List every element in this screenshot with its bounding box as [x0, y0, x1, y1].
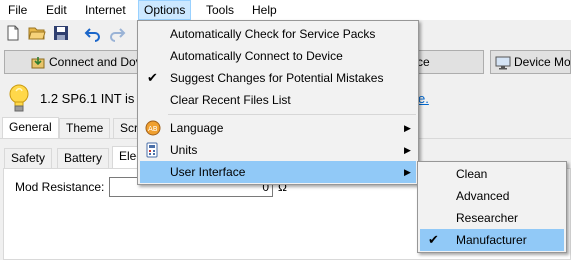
menu-internet[interactable]: Internet: [80, 0, 131, 20]
version-info-link[interactable]: e.: [418, 90, 429, 108]
submenu-item-researcher[interactable]: Researcher: [420, 207, 564, 229]
checkmark-icon: ✔: [428, 232, 439, 247]
tab-general[interactable]: General: [2, 117, 59, 138]
menu-edit[interactable]: Edit: [41, 0, 72, 20]
mod-resistance-label: Mod Resistance:: [15, 180, 105, 194]
menu-item-label: Units: [170, 143, 198, 157]
device-monitor-button[interactable]: Device Mon: [490, 50, 571, 74]
submenu-arrow-icon: ▶: [404, 145, 411, 155]
language-icon: AB: [145, 120, 161, 136]
menu-item-label: Automatically Check for Service Packs: [170, 27, 376, 41]
menu-item-label: Language: [170, 121, 224, 135]
units-icon: [146, 142, 158, 158]
tab-theme[interactable]: Theme: [59, 118, 111, 139]
submenu-item-manufacturer[interactable]: ✔ Manufacturer: [420, 229, 564, 251]
menu-item-label: User Interface: [170, 165, 246, 179]
menu-item-label: Automatically Connect to Device: [170, 49, 343, 63]
menu-item-suggest-changes[interactable]: ✔ Suggest Changes for Potential Mistakes: [140, 67, 416, 89]
checkmark-icon: ✔: [147, 70, 158, 85]
menu-tools[interactable]: Tools: [201, 0, 239, 20]
menu-help[interactable]: Help: [247, 0, 282, 20]
menu-file[interactable]: File: [3, 0, 32, 20]
save-icon[interactable]: [52, 24, 70, 42]
tab-battery[interactable]: Battery: [57, 148, 110, 169]
menu-item-clear-recent-files[interactable]: Clear Recent Files List: [140, 89, 416, 111]
svg-text:AB: AB: [148, 125, 158, 133]
new-file-icon[interactable]: [4, 24, 22, 42]
user-interface-submenu: Clean Advanced Researcher ✔ Manufacturer: [417, 161, 567, 253]
menu-item-auto-check-service-packs[interactable]: Automatically Check for Service Packs: [140, 23, 416, 45]
menu-item-auto-connect[interactable]: Automatically Connect to Device: [140, 45, 416, 67]
submenu-arrow-icon: ▶: [404, 167, 411, 177]
menu-options[interactable]: Options: [138, 0, 192, 20]
connect-icon: [31, 55, 45, 69]
menubar: File Edit Internet Options Tools Help: [0, 0, 571, 20]
device-monitor-label: Device Mon: [514, 55, 571, 69]
menu-item-label: Clear Recent Files List: [170, 93, 291, 107]
connect-and-download-button[interactable]: Connect and Dov: [4, 50, 154, 74]
submenu-item-label: Researcher: [456, 211, 519, 225]
version-info-text: 1.2 SP6.1 INT is: [40, 91, 135, 106]
lightbulb-icon: [8, 83, 30, 113]
submenu-item-label: Manufacturer: [456, 233, 527, 247]
submenu-item-advanced[interactable]: Advanced: [420, 185, 564, 207]
options-menu: Automatically Check for Service Packs Au…: [137, 20, 419, 185]
tab-safety[interactable]: Safety: [4, 148, 53, 169]
redo-icon[interactable]: [108, 24, 126, 42]
submenu-item-label: Clean: [456, 167, 488, 181]
monitor-icon: [495, 55, 511, 70]
connect-button-label: Connect and Dov: [49, 55, 142, 69]
menu-separator: [168, 114, 416, 115]
menu-item-label: Suggest Changes for Potential Mistakes: [170, 71, 384, 85]
submenu-arrow-icon: ▶: [404, 123, 411, 133]
submenu-item-clean[interactable]: Clean: [420, 163, 564, 185]
menu-item-user-interface[interactable]: User Interface ▶: [140, 161, 416, 183]
submenu-item-label: Advanced: [456, 189, 510, 203]
menu-item-language[interactable]: AB Language ▶: [140, 117, 416, 139]
open-folder-icon[interactable]: [28, 24, 46, 42]
menu-item-units[interactable]: Units ▶: [140, 139, 416, 161]
undo-icon[interactable]: [84, 24, 102, 42]
